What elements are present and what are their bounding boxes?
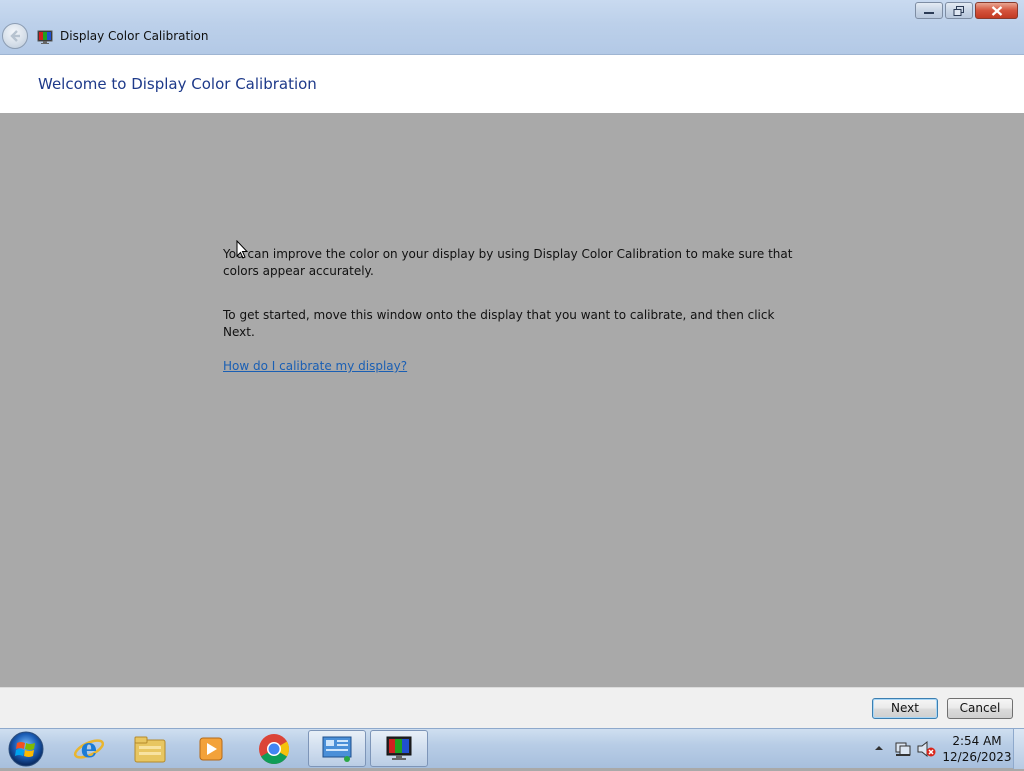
back-arrow-icon [10, 30, 20, 42]
svg-text:e: e [81, 734, 98, 764]
window-controls [915, 2, 1018, 20]
chrome-icon [259, 733, 290, 764]
taskbar-file-explorer[interactable] [121, 730, 179, 767]
clock-date: 12/26/2023 [942, 750, 1012, 764]
volume-muted-icon[interactable] [916, 740, 936, 758]
close-icon [991, 5, 1002, 16]
clock-time: 2:54 AM [952, 734, 1002, 748]
instructions-paragraph: To get started, move this window onto th… [223, 308, 775, 339]
display-calibration-app-icon [37, 30, 53, 44]
show-hidden-icons-icon[interactable] [874, 743, 884, 753]
intro-paragraph: You can improve the color on your displa… [223, 247, 793, 278]
clock[interactable]: 2:54 AM 12/26/2023 [942, 733, 1012, 765]
taskbar-internet-explorer[interactable]: e [60, 730, 118, 767]
footer-bar: Next Cancel [0, 687, 1024, 728]
main-content: You can improve the color on your displa… [223, 246, 793, 373]
control-panel-icon [322, 736, 352, 762]
page-title: Welcome to Display Color Calibration [38, 75, 317, 93]
minimize-icon [924, 11, 934, 14]
restore-icon [953, 5, 964, 16]
window-title: Display Color Calibration [60, 29, 209, 43]
title-bar: Display Color Calibration [0, 0, 1024, 55]
restore-button[interactable] [945, 2, 973, 19]
taskbar-control-panel[interactable] [308, 730, 366, 767]
close-button[interactable] [975, 2, 1018, 19]
media-player-icon [199, 737, 223, 760]
file-explorer-icon [134, 736, 166, 762]
start-button[interactable] [6, 730, 46, 767]
cancel-button[interactable]: Cancel [947, 698, 1013, 719]
taskbar: e 2:54 AM 12/26/2023 [0, 728, 1024, 769]
taskbar-display-calibration[interactable] [370, 730, 428, 767]
taskbar-chrome[interactable] [245, 730, 303, 767]
show-desktop-button[interactable] [1013, 729, 1024, 769]
taskbar-media-player[interactable] [182, 730, 240, 767]
page-header: Welcome to Display Color Calibration [0, 55, 1024, 113]
help-link[interactable]: How do I calibrate my display? [223, 358, 407, 375]
network-icon[interactable] [894, 740, 912, 758]
system-tray: 2:54 AM 12/26/2023 [864, 729, 1024, 769]
calibration-window: Display Color Calibration Welcome to Dis… [0, 0, 1024, 728]
display-calibration-icon [386, 736, 412, 760]
windows-start-orb-icon [8, 731, 44, 767]
internet-explorer-icon: e [73, 734, 105, 764]
mouse-cursor-icon [236, 240, 248, 259]
back-button[interactable] [2, 23, 28, 49]
minimize-button[interactable] [915, 2, 943, 19]
next-button[interactable]: Next [872, 698, 938, 719]
